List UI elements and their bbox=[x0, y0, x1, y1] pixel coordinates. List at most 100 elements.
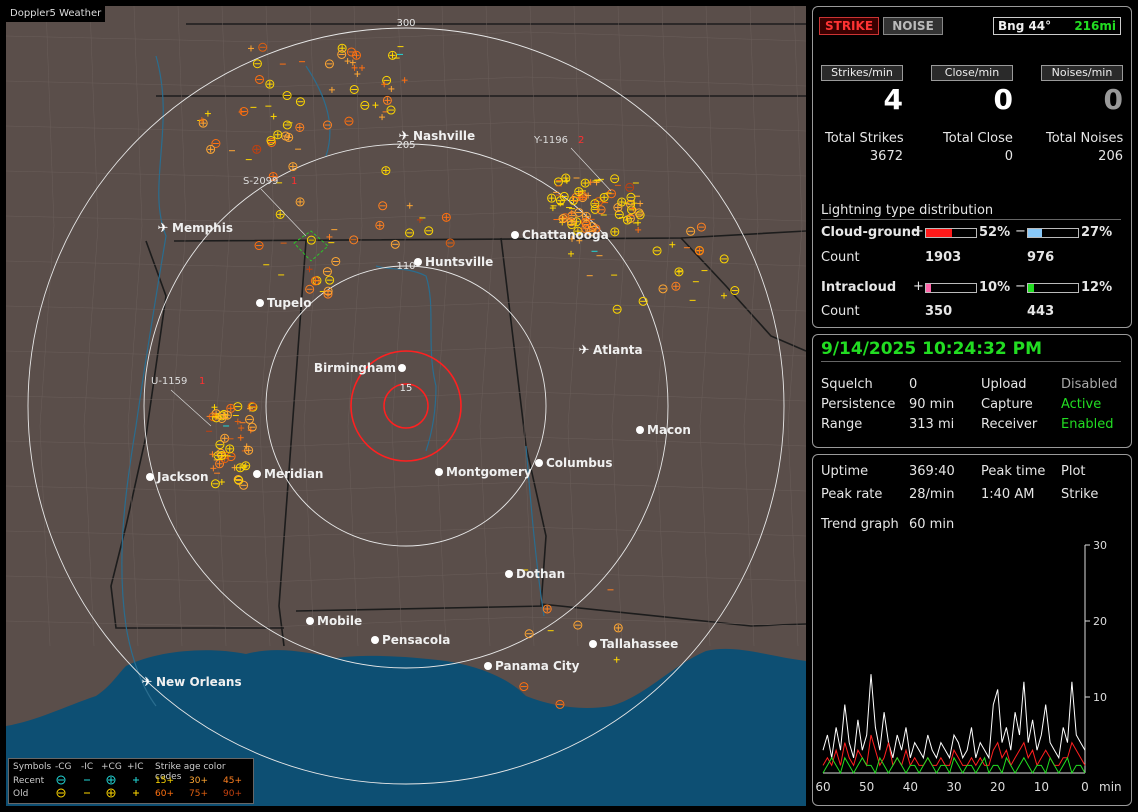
cg-count-label: Count bbox=[821, 250, 860, 265]
city-columbus: Columbus bbox=[535, 456, 613, 470]
strike-mark bbox=[215, 459, 225, 469]
ic-count-label: Count bbox=[821, 304, 860, 319]
cloud-ground-label: Cloud-ground bbox=[821, 225, 921, 240]
strike-mark bbox=[310, 276, 320, 286]
legend-col-neg-cg: -CG bbox=[55, 762, 72, 772]
legend-col-pos-cg: +CG bbox=[101, 762, 122, 772]
strike-mark bbox=[613, 623, 623, 633]
noises-per-min-label: Noises/min bbox=[1041, 65, 1123, 81]
svg-text:Columbus: Columbus bbox=[546, 456, 613, 470]
ic-negative-pct: 12% bbox=[1081, 280, 1113, 295]
cg-minus-sign: − bbox=[1015, 224, 1026, 239]
noise-mode-button[interactable]: NOISE bbox=[883, 17, 943, 35]
persistence-label: Persistence bbox=[821, 397, 896, 412]
strike-mark bbox=[599, 192, 609, 202]
y-tick-label-20: 20 bbox=[1093, 615, 1107, 628]
city-huntsville: Huntsville bbox=[414, 255, 493, 269]
airport-atlanta: ✈ Atlanta bbox=[579, 343, 643, 358]
app-title: Doppler5 Weather bbox=[6, 6, 106, 22]
strike-mark bbox=[217, 451, 227, 461]
total-noises-label: Total Noises bbox=[1046, 131, 1124, 146]
svg-text:Panama City: Panama City bbox=[495, 659, 580, 673]
uptime-label: Uptime bbox=[821, 464, 869, 479]
strikes-per-min-value: 4 bbox=[883, 83, 903, 116]
legend-age-75: 75+ bbox=[189, 789, 208, 799]
cg-positive-pct: 52% bbox=[979, 225, 1011, 240]
ic-negative-bar-fill bbox=[1028, 284, 1034, 292]
strike-mark bbox=[547, 193, 557, 203]
ic-positive-bar bbox=[925, 283, 977, 293]
strike-counts-panel: STRIKE NOISE Bng 44° 216mi Strikes/min C… bbox=[812, 6, 1132, 328]
total-close-value: 0 bbox=[1004, 149, 1013, 164]
city-birmingham: Birmingham bbox=[314, 361, 406, 375]
airplane-icon: ✈ bbox=[579, 343, 590, 358]
ic-positive-pct: 10% bbox=[979, 280, 1011, 295]
trend-series-2 bbox=[822, 756, 1086, 775]
city-meridian: Meridian bbox=[253, 467, 323, 481]
upload-value: Disabled bbox=[1061, 377, 1118, 392]
strike-mode-button[interactable]: STRIKE bbox=[819, 17, 879, 35]
svg-text:Tallahassee: Tallahassee bbox=[600, 637, 678, 651]
strike-mark bbox=[613, 203, 623, 213]
distribution-divider bbox=[821, 219, 1121, 220]
x-tick-label-40: 40 bbox=[903, 780, 918, 794]
strike-mark bbox=[225, 444, 235, 454]
lightning-map[interactable]: Chattanooga Huntsville Tupelo Birmingham Mac… bbox=[6, 6, 806, 806]
plot-label: Plot bbox=[1061, 464, 1086, 479]
squelch-label: Squelch bbox=[821, 377, 873, 392]
strike-mark bbox=[617, 197, 627, 207]
legend-col-pos-ic: +IC bbox=[127, 762, 144, 772]
storm-tag-y1196: Y-1196 bbox=[533, 135, 568, 146]
distribution-title: Lightning type distribution bbox=[821, 203, 994, 218]
trend-chart: 30 20 10 60 50 40 30 20 10 0 min bbox=[815, 539, 1121, 794]
trend-panel: Uptime 369:40 Peak time Plot Peak rate 2… bbox=[812, 454, 1132, 806]
city-montgomery: Montgomery bbox=[435, 465, 532, 479]
distance-value: 216mi bbox=[1074, 19, 1116, 33]
cg-positive-bar bbox=[925, 228, 977, 238]
peak-rate-label: Peak rate bbox=[821, 487, 883, 502]
strike-mark bbox=[674, 267, 684, 277]
svg-text:New Orleans: New Orleans bbox=[156, 675, 242, 689]
legend-age-60: 60+ bbox=[155, 789, 174, 799]
map-canvas[interactable]: Chattanooga Huntsville Tupelo Birmingham Mac… bbox=[6, 6, 806, 806]
svg-text:Memphis: Memphis bbox=[172, 221, 233, 235]
svg-text:Tupelo: Tupelo bbox=[267, 296, 312, 310]
strikes-per-min-label: Strikes/min bbox=[821, 65, 903, 81]
svg-text:Montgomery: Montgomery bbox=[446, 465, 532, 479]
airplane-icon: ✈ bbox=[158, 221, 169, 236]
receiver-label: Receiver bbox=[981, 417, 1038, 432]
ic-plus-sign: + bbox=[913, 279, 924, 294]
ic-positive-bar-fill bbox=[926, 284, 931, 292]
strike-mark bbox=[381, 166, 391, 176]
legend-age-90: 90+ bbox=[223, 789, 242, 799]
strike-mark bbox=[580, 178, 590, 188]
legend-recent-label: Recent bbox=[13, 776, 45, 786]
storm-tag-u1159-count: 1 bbox=[199, 376, 205, 387]
storm-tag-u1159: U-1159 bbox=[151, 376, 187, 387]
close-per-min-value: 0 bbox=[993, 83, 1013, 116]
cg-negative-count: 976 bbox=[1027, 250, 1055, 265]
range-value: 313 mi bbox=[909, 417, 955, 432]
strike-mark bbox=[574, 187, 584, 197]
city-chattanooga: Chattanooga bbox=[511, 228, 609, 242]
legend-age-30: 30+ bbox=[189, 776, 208, 786]
svg-text:Macon: Macon bbox=[647, 423, 691, 437]
close-per-min-label: Close/min bbox=[931, 65, 1013, 81]
strike-mark bbox=[284, 132, 294, 142]
noises-per-min-value: 0 bbox=[1103, 83, 1123, 116]
strike-mark bbox=[382, 95, 392, 105]
trend-series-0 bbox=[822, 674, 1086, 760]
x-tick-label-20: 20 bbox=[990, 780, 1005, 794]
status-divider bbox=[821, 361, 1121, 362]
cg-positive-bar-fill bbox=[926, 229, 952, 237]
strike-mark bbox=[288, 162, 298, 172]
y-tick-label-30: 30 bbox=[1093, 539, 1107, 552]
ic-negative-count: 443 bbox=[1027, 304, 1055, 319]
storm-tag-y1196-count: 2 bbox=[578, 135, 584, 146]
svg-text:Chattanooga: Chattanooga bbox=[522, 228, 609, 242]
x-tick-label-10: 10 bbox=[1034, 780, 1049, 794]
x-tick-label-50: 50 bbox=[859, 780, 874, 794]
strike-mark bbox=[558, 214, 568, 224]
peak-rate-value: 28/min bbox=[909, 487, 955, 502]
storm-tag-s2099-count: 1 bbox=[291, 176, 297, 187]
